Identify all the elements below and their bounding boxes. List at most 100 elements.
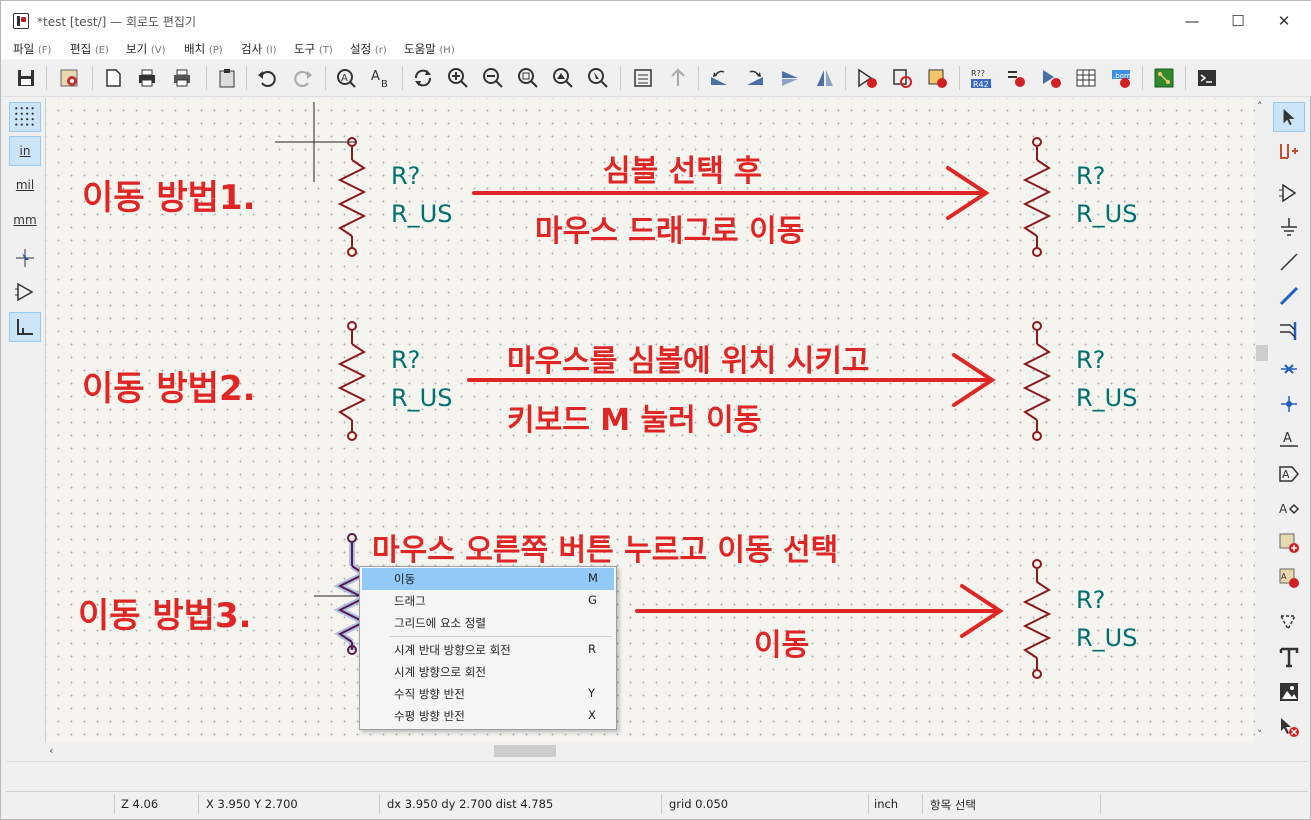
draw-lines-icon[interactable] [1273, 607, 1305, 637]
menu-tools[interactable]: 도구 (T) [294, 41, 333, 57]
r2-reference: R? [391, 346, 421, 374]
maximize-button[interactable]: ☐ [1215, 7, 1261, 35]
ctx-rotate-cw[interactable]: 시계 방향으로 회전 [362, 661, 614, 683]
symbol-editor-icon[interactable] [853, 64, 881, 92]
menu-settings[interactable]: 설정 (r) [350, 41, 387, 57]
menu-edit-mnemonic: (E) [94, 45, 109, 56]
add-image-icon[interactable] [1273, 677, 1305, 707]
erc-icon[interactable] [1002, 64, 1030, 92]
ctx-drag-label: 드래그 [394, 594, 426, 608]
delete-item-icon[interactable] [1273, 712, 1305, 742]
add-power-icon[interactable] [1273, 212, 1305, 242]
grid-toggle-icon[interactable] [9, 102, 41, 132]
leave-sheet-icon[interactable] [664, 64, 692, 92]
pcb-editor-icon[interactable] [1150, 64, 1178, 92]
find-icon[interactable]: A [332, 64, 360, 92]
highlight-net-icon[interactable] [1273, 136, 1305, 166]
schematic-canvas[interactable]: 이동 방법1. 이동 방법2. 이동 방법3. 심볼 선택 후 마우스 드래그로… [45, 98, 1255, 743]
menu-settings-mnemonic: (r) [374, 45, 387, 56]
full-crosshair-icon[interactable] [9, 243, 41, 273]
ctx-rotate-ccw[interactable]: 시계 반대 방향으로 회전 R [362, 639, 614, 661]
status-cursor-xy: X 3.950 Y 2.700 [206, 797, 298, 811]
zoom-fit-icon[interactable] [514, 64, 542, 92]
units-inch-button[interactable]: in [9, 136, 41, 166]
add-wire-icon[interactable] [1273, 247, 1305, 277]
redo-icon[interactable] [289, 64, 317, 92]
menu-view[interactable]: 보기 (V) [126, 41, 165, 57]
footprint-assign-icon[interactable] [923, 64, 951, 92]
ctx-mirror-horizontal-label: 수평 방향 반전 [394, 709, 465, 723]
import-sheet-pin-icon[interactable]: A [1273, 563, 1305, 593]
status-grid: grid 0.050 [669, 797, 729, 811]
zoom-out-icon[interactable] [479, 64, 507, 92]
ctx-move[interactable]: 이동 M [362, 568, 614, 590]
menu-inspect[interactable]: 검사 (I) [241, 41, 277, 57]
rotate-cw-icon[interactable] [741, 64, 769, 92]
add-global-label-icon[interactable]: A [1273, 459, 1305, 489]
undo-icon[interactable] [253, 64, 281, 92]
ctx-align-grid[interactable]: 그리드에 요소 정렬 [362, 612, 614, 634]
add-bus-entry-icon[interactable] [1273, 316, 1305, 346]
print-icon[interactable] [133, 64, 161, 92]
horizontal-scrollbar[interactable]: ‹ [45, 743, 1255, 759]
units-mm-button[interactable]: mm [9, 205, 41, 235]
vertical-scrollbar[interactable]: ˄ ˅ [1255, 98, 1269, 743]
menu-edit-label: 편집 [70, 42, 92, 56]
schematic-setup-icon[interactable] [55, 64, 83, 92]
mirror-vertical-icon[interactable] [776, 64, 804, 92]
method3-label: 이동 방법3. [78, 596, 252, 636]
simulator-icon[interactable] [1037, 64, 1065, 92]
menu-edit[interactable]: 편집 (E) [70, 41, 109, 57]
plot-icon[interactable] [168, 64, 196, 92]
method1-label: 이동 방법1. [82, 178, 256, 218]
scroll-left-icon[interactable]: ‹ [49, 744, 53, 757]
add-label-icon[interactable]: A [1273, 424, 1305, 454]
ctx-mirror-vertical[interactable]: 수직 방향 반전 Y [362, 683, 614, 705]
ctx-mirror-horizontal-key: X [588, 708, 596, 722]
symbol-browser-icon[interactable] [888, 64, 916, 92]
zoom-selection-icon[interactable] [584, 64, 612, 92]
add-symbol-icon[interactable] [1273, 178, 1305, 208]
scripting-console-icon[interactable] [1193, 64, 1221, 92]
hierarchy-navigator-icon[interactable] [629, 64, 657, 92]
menu-place[interactable]: 배치 (P) [184, 41, 223, 57]
paste-icon[interactable] [213, 64, 241, 92]
menu-inspect-mnemonic: (I) [265, 45, 277, 56]
add-junction-icon[interactable] [1273, 389, 1305, 419]
refresh-icon[interactable] [409, 64, 437, 92]
add-hierarchical-label-icon[interactable]: A [1273, 494, 1305, 524]
scroll-down-icon[interactable]: ˅ [1257, 728, 1263, 741]
ctx-mirror-horizontal[interactable]: 수평 방향 반전 X [362, 705, 614, 727]
line-mode-icon[interactable] [9, 312, 41, 342]
scroll-up-icon[interactable]: ˄ [1257, 100, 1263, 113]
symbol-fields-table-icon[interactable] [1072, 64, 1100, 92]
select-arrow-icon[interactable] [1273, 102, 1305, 132]
mirror-horizontal-icon[interactable] [811, 64, 839, 92]
no-connect-icon[interactable] [1273, 354, 1305, 384]
generate-bom-icon[interactable]: .bom [1107, 64, 1135, 92]
ctx-drag[interactable]: 드래그 G [362, 590, 614, 612]
add-sheet-icon[interactable] [1273, 528, 1305, 558]
page-settings-icon[interactable] [99, 64, 127, 92]
units-mil-button[interactable]: mil [9, 170, 41, 200]
rotate-ccw-icon[interactable] [705, 64, 733, 92]
zoom-objects-icon[interactable] [549, 64, 577, 92]
find-replace-icon[interactable]: AB [367, 64, 395, 92]
horizontal-scroll-thumb[interactable] [494, 745, 556, 757]
menu-bar: 파일 (F) 편집 (E) 보기 (V) 배치 (P) 검사 (I) 도구 (T… [1, 39, 1311, 59]
svg-text:.bom: .bom [1113, 72, 1131, 80]
add-text-icon[interactable] [1273, 642, 1305, 672]
close-button[interactable]: ✕ [1261, 7, 1307, 35]
annotate-icon[interactable]: R?? R42 [967, 64, 995, 92]
hidden-pins-icon[interactable] [9, 277, 41, 307]
menu-file[interactable]: 파일 (F) [13, 41, 51, 57]
menu-help[interactable]: 도움말 (H) [404, 41, 455, 57]
save-icon[interactable] [12, 64, 40, 92]
svg-text:A: A [1282, 468, 1290, 481]
add-bus-icon[interactable] [1273, 281, 1305, 311]
zoom-in-icon[interactable] [444, 64, 472, 92]
ctx-move-label: 이동 [394, 572, 416, 586]
vertical-scroll-thumb[interactable] [1256, 345, 1268, 361]
minimize-button[interactable]: — [1169, 7, 1215, 35]
ctx-drag-key: G [588, 593, 597, 607]
